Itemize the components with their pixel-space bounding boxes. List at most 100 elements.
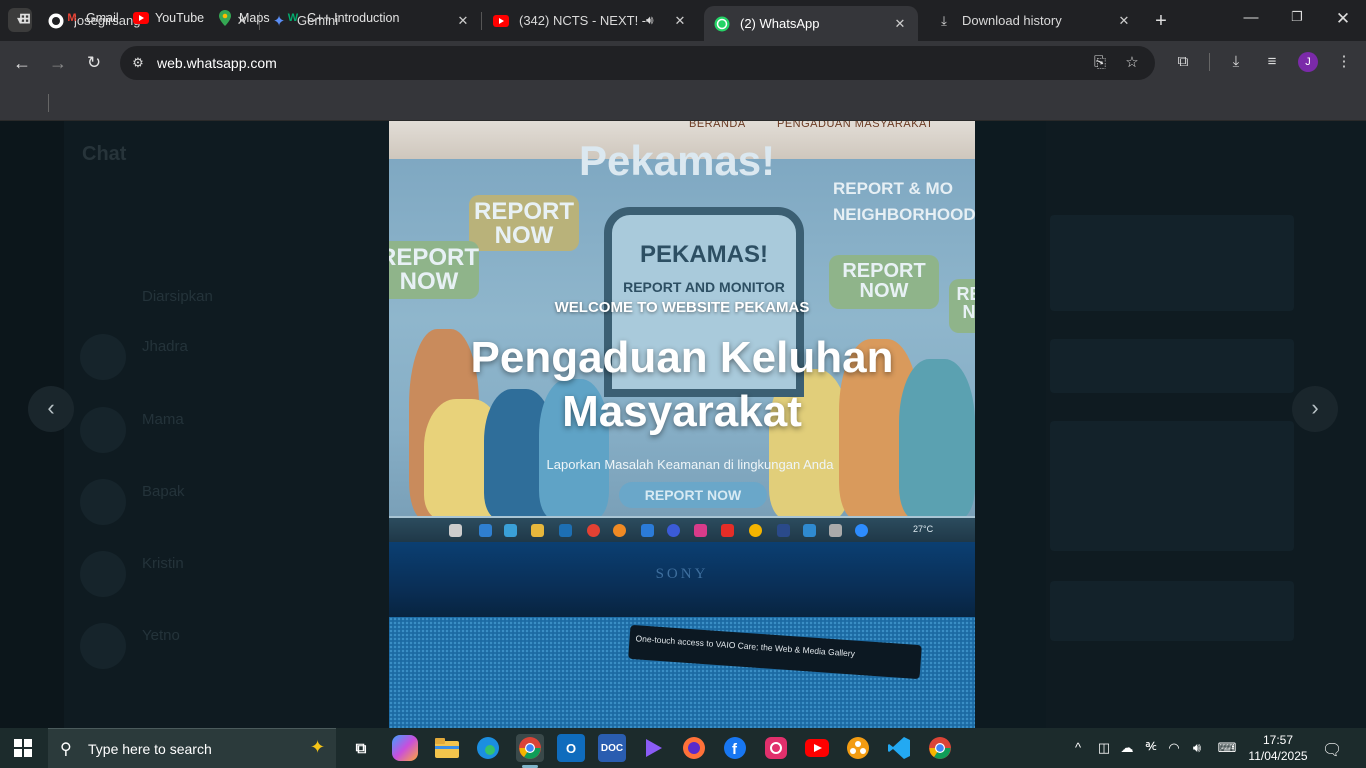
bookmark-maps[interactable]: Maps [217,8,270,28]
bookmark-label: C++ Introduction [307,11,400,25]
report-now-cta: REPORT NOW [619,482,767,508]
chat-row[interactable]: Kristin [80,543,380,603]
arrow-right-icon: → [49,53,67,73]
close-icon[interactable]: ✕ [892,16,908,32]
media-control-icon[interactable]: ≡ [1262,52,1282,72]
tab-label: (342) NCTS - NEXT! - Yo [519,13,646,28]
chrome-icon[interactable] [516,734,544,762]
tab-whatsapp[interactable]: (2) WhatsApp ✕ [704,6,918,41]
previous-media-button[interactable]: ‹ [28,386,74,432]
back-button[interactable]: ← [11,52,33,74]
photo-taskbar-icon [479,524,492,537]
chevron-up-icon[interactable]: ^ [1068,740,1088,755]
close-window-button[interactable]: ✕ [1333,9,1353,29]
message-bubble [1050,339,1294,393]
close-icon[interactable]: ✕ [455,13,471,29]
photo-temperature: 27°C [913,524,934,534]
vscode-icon[interactable] [885,734,913,762]
photo-taskbar-icon [803,524,816,537]
keyboard-icon[interactable]: ⌨ [1214,740,1240,756]
profile-avatar[interactable]: J [1298,52,1318,72]
extensions-icon[interactable]: ⧉ [1173,52,1193,72]
chat-row[interactable]: Yetno [80,615,380,675]
reload-button[interactable]: ↻ [83,52,105,74]
chat-name: Mama [142,411,184,428]
web-content: Chat Diarsipkan Jhadra Mama Bapak Kristi… [0,121,1366,728]
wifi-icon[interactable]: ◠ [1164,740,1184,756]
close-icon[interactable]: ✕ [1116,13,1132,29]
media-player-icon[interactable] [639,734,667,762]
install-app-icon[interactable]: ⎘ [1091,54,1109,72]
bookmark-label: Maps [239,11,270,25]
menu-kebab-icon[interactable]: ⋮ [1334,52,1354,72]
apps-grid-icon: ⊞ [19,9,31,26]
volume-icon[interactable]: 🔊︎ [1187,740,1207,756]
chat-list-title: Chat [82,143,127,165]
bookmark-star-icon[interactable]: ☆ [1123,54,1141,72]
chat-row[interactable]: Mama [80,399,380,459]
facebook-icon[interactable]: f [721,734,749,762]
taskbar-search[interactable]: ⚲ Type here to search ✦ [48,728,336,768]
instagram-icon[interactable] [762,734,790,762]
photo-taskbar-icon [641,524,654,537]
doc-app-icon[interactable]: DOC [598,734,626,762]
clock-time: 17:57 [1262,733,1294,747]
maps-icon [217,10,233,26]
outlook-icon[interactable]: O [557,734,585,762]
youtube-icon[interactable] [803,734,831,762]
speaker-icon[interactable]: 🔊︎ [646,13,664,28]
subline-text: Laporkan Masalah Keamanan di lingkungan … [546,457,834,472]
archived-row[interactable]: Diarsipkan [80,266,380,306]
chrome-icon[interactable] [926,734,954,762]
avatar [80,551,126,597]
report-now-bubble: REPORT NOW [389,241,479,299]
toolbar-divider [1209,53,1210,71]
chat-row[interactable]: Jhadra [80,326,380,386]
chat-row[interactable]: Bapak [80,471,380,531]
whatsapp-icon [714,16,730,32]
meet-now-icon[interactable]: ◫ [1094,740,1114,756]
download-icon: ⤓ [941,12,947,28]
circle-app-icon[interactable] [844,734,872,762]
copilot-icon[interactable] [392,735,418,761]
taskbar-clock[interactable]: 17:57 11/04/2025 [1246,732,1310,764]
downloads-icon[interactable]: ⤓ [1226,52,1246,72]
onedrive-icon[interactable]: ☁ [1117,740,1137,756]
task-view-icon[interactable]: ⧉ [347,734,375,762]
headline-line-1: Pengaduan Keluhan [470,333,894,382]
photo-taskbar-icon [531,524,544,537]
tab-download-history[interactable]: ⤓ Download history ✕ [926,0,1142,41]
language-icon[interactable]: ℀ [1141,740,1161,753]
photo-brand-logo: SONY [655,566,709,582]
welcome-text: WELCOME TO WEBSITE PEKAMAS [554,299,810,316]
address-bar[interactable]: ⚙ web.whatsapp.com ⎘ ☆ [120,46,1155,80]
bookmark-separator [48,94,49,112]
new-tab-button[interactable]: + [1151,10,1171,33]
bookmark-gmail[interactable]: M Gmail [64,8,118,28]
url-text[interactable]: web.whatsapp.com [157,55,277,71]
bookmark-youtube[interactable]: YouTube [133,8,204,28]
media-viewer-image[interactable]: BERANDA PENGADUAN MASYARAKAT Pekamas! RE… [389,121,975,728]
forward-button[interactable]: → [47,52,69,74]
edge-icon[interactable] [474,734,502,762]
tab-youtube[interactable]: (342) NCTS - NEXT! - Yo 🔊︎ ✕ [483,0,698,41]
bookmark-cpp-introduction[interactable]: W C++ Introduction [285,8,400,28]
chat-name: Jhadra [142,338,188,355]
restore-button[interactable]: ❐ [1287,9,1307,25]
close-icon[interactable]: ✕ [672,13,688,29]
photo-taskbar-icon [694,524,707,537]
photo-taskbar-icon [587,524,600,537]
start-button[interactable] [14,739,32,757]
firefox-icon[interactable] [680,734,708,762]
site-info-icon[interactable]: ⚙ [129,54,147,72]
avatar [80,623,126,669]
apps-button[interactable]: ⊞ [17,8,39,28]
notification-icon[interactable]: 🗨︎ [1322,740,1342,760]
minimize-button[interactable]: — [1241,9,1261,26]
photo-laptop-bezel: SONY [389,542,975,617]
file-explorer-icon[interactable] [433,734,461,762]
photo-taskbar-icon [829,524,842,537]
photo-taskbar-icon [613,524,626,537]
w3schools-icon: W [287,12,299,24]
next-media-button[interactable]: › [1292,386,1338,432]
